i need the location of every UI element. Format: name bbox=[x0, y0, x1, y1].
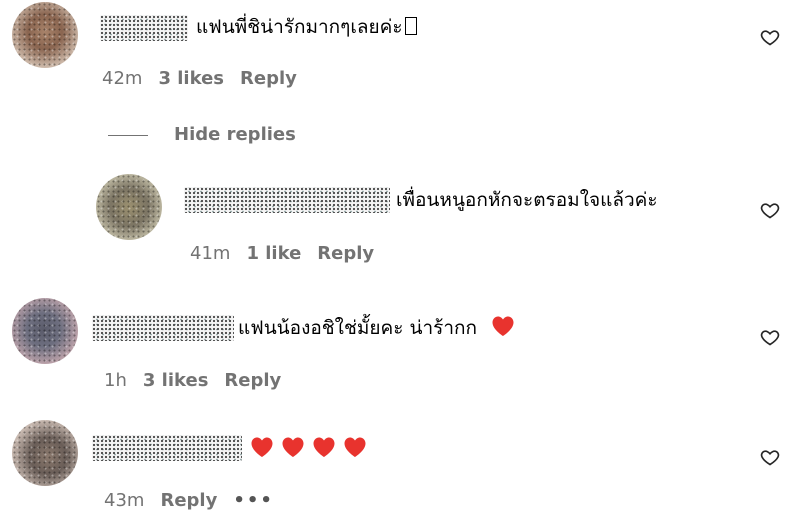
red-heart-emoji-icon bbox=[492, 316, 514, 336]
reply-button[interactable]: Reply bbox=[317, 243, 374, 265]
likes-count[interactable]: 1 like bbox=[246, 243, 301, 265]
red-heart-emoji-icon bbox=[313, 437, 335, 457]
unknown-glyph bbox=[404, 17, 417, 35]
like-heart-icon[interactable] bbox=[760, 27, 780, 47]
comment-meta: 42m 3 likes Reply bbox=[102, 68, 313, 90]
username-blurred[interactable] bbox=[100, 15, 188, 41]
like-heart-icon[interactable] bbox=[760, 200, 780, 220]
comment-time: 42m bbox=[102, 68, 143, 89]
likes-count[interactable]: 3 likes bbox=[143, 370, 209, 392]
username-blurred[interactable] bbox=[184, 187, 390, 213]
comment-meta: 41m 1 like Reply bbox=[190, 243, 390, 265]
comment-text bbox=[250, 436, 374, 462]
avatar[interactable] bbox=[96, 174, 162, 240]
reply-button[interactable]: Reply bbox=[160, 490, 217, 512]
comment-text: แฟนพี่ชิน่ารักมากๆเลยค่ะ bbox=[196, 14, 417, 40]
likes-count[interactable]: 3 likes bbox=[158, 68, 224, 90]
reply-button[interactable]: Reply bbox=[240, 68, 297, 90]
red-heart-emoji-icon bbox=[344, 437, 366, 457]
comment-time: 1h bbox=[104, 370, 127, 391]
avatar[interactable] bbox=[12, 420, 78, 486]
username-blurred[interactable] bbox=[92, 315, 234, 341]
like-heart-icon[interactable] bbox=[760, 327, 780, 347]
comment-time: 41m bbox=[190, 243, 231, 264]
comment-text: แฟนน้องอชิใช่มั้ยคะ น่าร้ากก bbox=[238, 315, 522, 341]
more-options-icon[interactable]: ••• bbox=[233, 490, 274, 512]
avatar[interactable] bbox=[12, 298, 78, 364]
comment-text: เพื่อนหนูอกหักจะตรอมใจแล้วค่ะ bbox=[396, 189, 658, 211]
comment-time: 43m bbox=[104, 490, 145, 511]
red-heart-emoji-icon bbox=[282, 437, 304, 457]
divider-line bbox=[108, 135, 148, 136]
avatar[interactable] bbox=[12, 2, 78, 68]
username-blurred[interactable] bbox=[92, 435, 242, 461]
like-heart-icon[interactable] bbox=[760, 447, 780, 467]
reply-button[interactable]: Reply bbox=[224, 370, 281, 392]
hide-replies-label: Hide replies bbox=[174, 124, 296, 145]
red-heart-emoji-icon bbox=[251, 437, 273, 457]
comment-meta: 1h 3 likes Reply bbox=[104, 370, 297, 392]
comment-meta: 43m Reply ••• bbox=[104, 490, 290, 512]
